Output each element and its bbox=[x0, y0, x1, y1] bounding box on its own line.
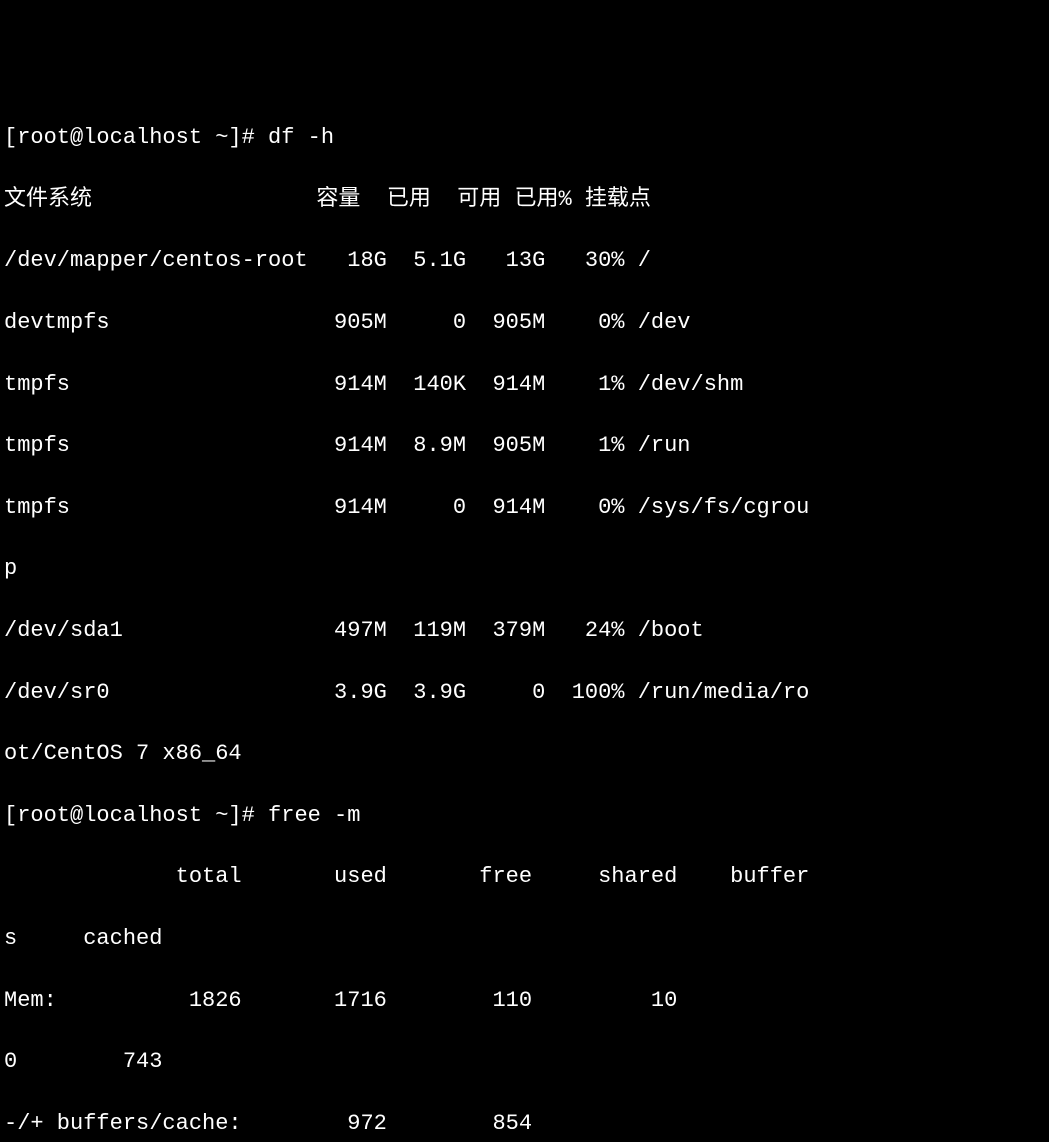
df-header: 文件系统 容量 已用 可用 已用% 挂载点 bbox=[4, 185, 1045, 216]
prompt-line-2[interactable]: [root@localhost ~]# free -m bbox=[4, 801, 1045, 832]
free-row-mem-wrap: 0 743 bbox=[4, 1047, 1045, 1078]
df-row: devtmpfs 905M 0 905M 0% /dev bbox=[4, 308, 1045, 339]
free-row-buffers: -/+ buffers/cache: 972 854 bbox=[4, 1109, 1045, 1140]
df-row: /dev/sda1 497M 119M 379M 24% /boot bbox=[4, 616, 1045, 647]
df-row: tmpfs 914M 140K 914M 1% /dev/shm bbox=[4, 370, 1045, 401]
df-row-wrap: p bbox=[4, 554, 1045, 585]
free-row-mem: Mem: 1826 1716 110 10 bbox=[4, 986, 1045, 1017]
free-header-wrap: s cached bbox=[4, 924, 1045, 955]
df-row: tmpfs 914M 0 914M 0% /sys/fs/cgrou bbox=[4, 493, 1045, 524]
shell-prompt: [root@localhost ~]# bbox=[4, 803, 268, 828]
df-row: /dev/mapper/centos-root 18G 5.1G 13G 30%… bbox=[4, 246, 1045, 277]
command-free: free -m bbox=[268, 803, 360, 828]
command-df: df -h bbox=[268, 125, 334, 150]
free-header: total used free shared buffer bbox=[4, 862, 1045, 893]
shell-prompt: [root@localhost ~]# bbox=[4, 125, 268, 150]
df-row-wrap: ot/CentOS 7 x86_64 bbox=[4, 739, 1045, 770]
df-row: tmpfs 914M 8.9M 905M 1% /run bbox=[4, 431, 1045, 462]
df-row: /dev/sr0 3.9G 3.9G 0 100% /run/media/ro bbox=[4, 678, 1045, 709]
prompt-line-1[interactable]: [root@localhost ~]# df -h bbox=[4, 123, 1045, 154]
